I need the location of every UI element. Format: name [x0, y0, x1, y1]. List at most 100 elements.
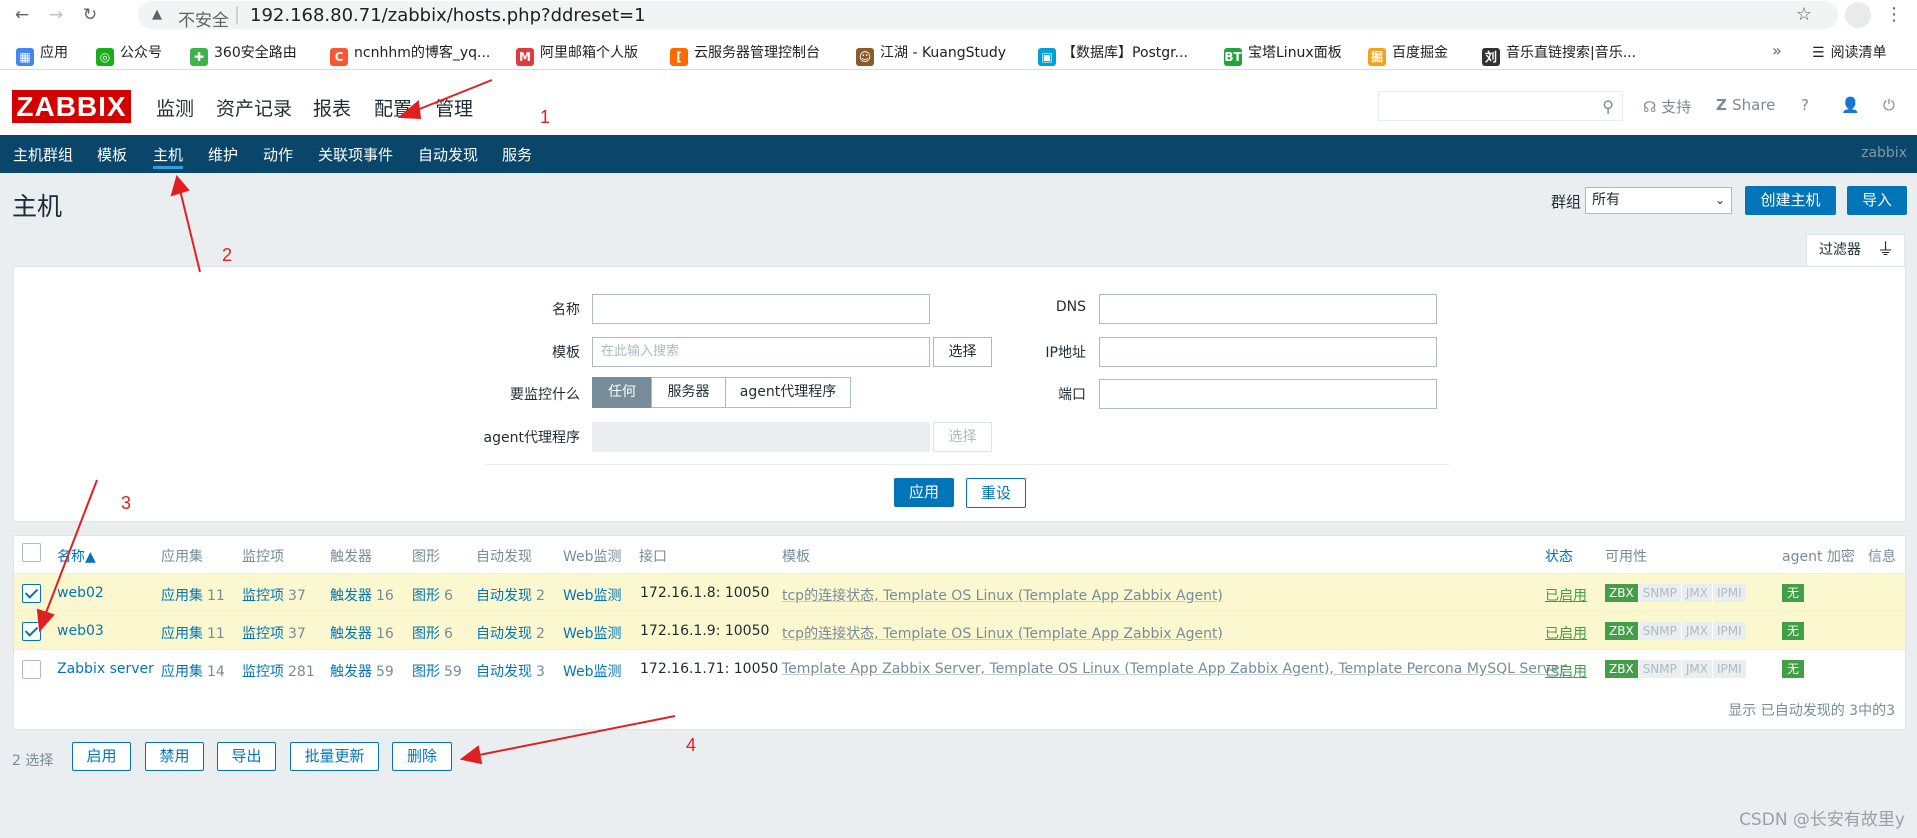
url-text[interactable]: 192.168.80.71/zabbix/hosts.php?ddreset=1: [250, 5, 646, 26]
bookmark-item[interactable]: 刘音乐直链搜索|音乐...: [1482, 41, 1636, 66]
templates-list[interactable]: tcp的连接状态, Template OS Linux (Template Ap…: [782, 623, 1223, 643]
applications-link[interactable]: 应用集 14: [161, 661, 225, 681]
share-link[interactable]: Z Share: [1716, 96, 1775, 114]
export-button[interactable]: 导出: [217, 742, 276, 771]
graphs-link[interactable]: 图形 59: [412, 661, 462, 681]
template-search-input[interactable]: 在此输入搜索: [592, 337, 930, 367]
bookmark-item[interactable]: [云服务器管理控制台: [670, 41, 820, 66]
submenu-maintenance[interactable]: 维护: [208, 144, 238, 165]
monitor-proxy-option[interactable]: agent代理程序: [725, 377, 851, 408]
applications-link[interactable]: 应用集 11: [161, 585, 225, 605]
import-button[interactable]: 导入: [1847, 186, 1907, 215]
triggers-link-label[interactable]: 触发器: [330, 664, 372, 680]
reading-list[interactable]: ☰ 阅读清单: [1812, 41, 1887, 65]
applications-link-label[interactable]: 应用集: [161, 588, 203, 604]
col-name-sort[interactable]: 名称▲: [57, 546, 96, 566]
bookmark-item[interactable]: Cncnhhm的博客_yq...: [330, 41, 490, 66]
triggers-link-label[interactable]: 触发器: [330, 588, 372, 604]
host-name-link[interactable]: Zabbix server: [57, 661, 154, 677]
applications-link-label[interactable]: 应用集: [161, 626, 203, 642]
web-scenarios-link[interactable]: Web监测: [563, 585, 622, 605]
monitor-server-option[interactable]: 服务器: [651, 377, 726, 408]
discovery-link[interactable]: 自动发现 2: [476, 585, 545, 605]
templates-list[interactable]: tcp的连接状态, Template OS Linux (Template Ap…: [782, 585, 1223, 605]
discovery-link[interactable]: 自动发现 3: [476, 661, 545, 681]
bookmark-item[interactable]: ✚ 360安全路由: [190, 41, 297, 66]
menu-configuration[interactable]: 配置: [374, 94, 412, 121]
menu-inventory[interactable]: 资产记录: [216, 94, 292, 121]
bookmark-item[interactable]: ▣ 【数据库】Postgr...: [1038, 41, 1188, 66]
col-status[interactable]: 状态: [1545, 546, 1573, 566]
forward-arrow-icon[interactable]: →: [44, 3, 68, 27]
enable-button[interactable]: 启用: [72, 742, 131, 771]
graphs-link-label[interactable]: 图形: [412, 664, 440, 680]
submenu-discovery[interactable]: 自动发现: [418, 144, 478, 165]
bookmark-item[interactable]: 掘百度掘金: [1368, 41, 1448, 66]
applications-link[interactable]: 应用集 11: [161, 623, 225, 643]
status-enabled-link[interactable]: 已启用: [1545, 623, 1587, 643]
web-scenarios-link[interactable]: Web监测: [563, 661, 622, 681]
name-input[interactable]: [592, 294, 930, 324]
bookmarks-more-icon[interactable]: »: [1772, 41, 1782, 60]
user-profile-icon[interactable]: 👤: [1841, 96, 1860, 114]
triggers-link[interactable]: 触发器 59: [330, 661, 394, 681]
web-scenarios-link[interactable]: Web监测: [563, 623, 622, 643]
menu-administration[interactable]: 管理: [435, 94, 473, 121]
bookmark-item[interactable]: ☺ 江湖 - KuangStudy: [856, 41, 1006, 66]
graphs-link[interactable]: 图形 6: [412, 623, 453, 643]
row-checkbox[interactable]: [22, 584, 41, 603]
back-arrow-icon[interactable]: ←: [10, 3, 34, 27]
submenu-hosts[interactable]: 主机: [153, 144, 183, 165]
items-link[interactable]: 监控项 281: [242, 661, 315, 681]
submenu-host-groups[interactable]: 主机群组: [13, 144, 73, 165]
status-enabled-link[interactable]: 已启用: [1545, 661, 1587, 681]
bookmark-item[interactable]: M 阿里邮箱个人版: [516, 41, 638, 66]
support-link[interactable]: ☊ 支持: [1643, 96, 1691, 117]
filter-reset-button[interactable]: 重设: [966, 478, 1026, 508]
graphs-link-label[interactable]: 图形: [412, 588, 440, 604]
submenu-templates[interactable]: 模板: [97, 144, 127, 165]
submenu-actions[interactable]: 动作: [263, 144, 293, 165]
discovery-link-label[interactable]: 自动发现: [476, 588, 532, 604]
items-link-label[interactable]: 监控项: [242, 664, 284, 680]
submenu-services[interactable]: 服务: [502, 144, 532, 165]
warning-icon[interactable]: ▲: [152, 7, 162, 22]
discovery-link-label[interactable]: 自动发现: [476, 664, 532, 680]
row-checkbox[interactable]: [22, 660, 41, 679]
menu-reports[interactable]: 报表: [313, 94, 351, 121]
status-enabled-link[interactable]: 已启用: [1545, 585, 1587, 605]
select-all-checkbox[interactable]: [22, 543, 41, 562]
help-icon[interactable]: ?: [1801, 96, 1809, 114]
triggers-link[interactable]: 触发器 16: [330, 623, 394, 643]
graphs-link[interactable]: 图形 6: [412, 585, 453, 605]
dns-input[interactable]: [1099, 294, 1437, 324]
triggers-link[interactable]: 触发器 16: [330, 585, 394, 605]
group-select[interactable]: 所有 ⌄: [1585, 187, 1732, 214]
items-link-label[interactable]: 监控项: [242, 626, 284, 642]
host-name-link[interactable]: web02: [57, 585, 104, 601]
template-select-button[interactable]: 选择: [933, 337, 992, 367]
url-bar[interactable]: ▲ 不安全 | 192.168.80.71/zabbix/hosts.php?d…: [138, 1, 1838, 31]
bookmark-item[interactable]: ◎ 公众号: [96, 41, 162, 66]
monitor-any-option[interactable]: 任何: [592, 377, 652, 408]
disable-button[interactable]: 禁用: [145, 742, 204, 771]
create-host-button[interactable]: 创建主机: [1745, 186, 1836, 215]
reload-icon[interactable]: ↻: [78, 3, 102, 27]
port-input[interactable]: [1099, 379, 1437, 409]
items-link[interactable]: 监控项 37: [242, 585, 306, 605]
host-name-link[interactable]: web03: [57, 623, 104, 639]
sign-out-icon[interactable]: ⏻: [1883, 96, 1895, 114]
graphs-link-label[interactable]: 图形: [412, 626, 440, 642]
bookmark-item[interactable]: BT 宝塔Linux面板: [1224, 41, 1342, 66]
search-icon[interactable]: ⚲: [1602, 97, 1614, 116]
templates-list[interactable]: Template App Zabbix Server, Template OS …: [782, 661, 1565, 677]
applications-link-label[interactable]: 应用集: [161, 664, 203, 680]
insecure-label[interactable]: 不安全: [178, 6, 229, 31]
items-link[interactable]: 监控项 37: [242, 623, 306, 643]
filter-tab[interactable]: 过滤器 ⏚: [1806, 234, 1905, 267]
discovery-link[interactable]: 自动发现 2: [476, 623, 545, 643]
filter-apply-button[interactable]: 应用: [894, 478, 954, 507]
triggers-link-label[interactable]: 触发器: [330, 626, 372, 642]
menu-monitoring[interactable]: 监测: [156, 94, 194, 121]
submenu-correlation[interactable]: 关联项事件: [318, 144, 393, 165]
